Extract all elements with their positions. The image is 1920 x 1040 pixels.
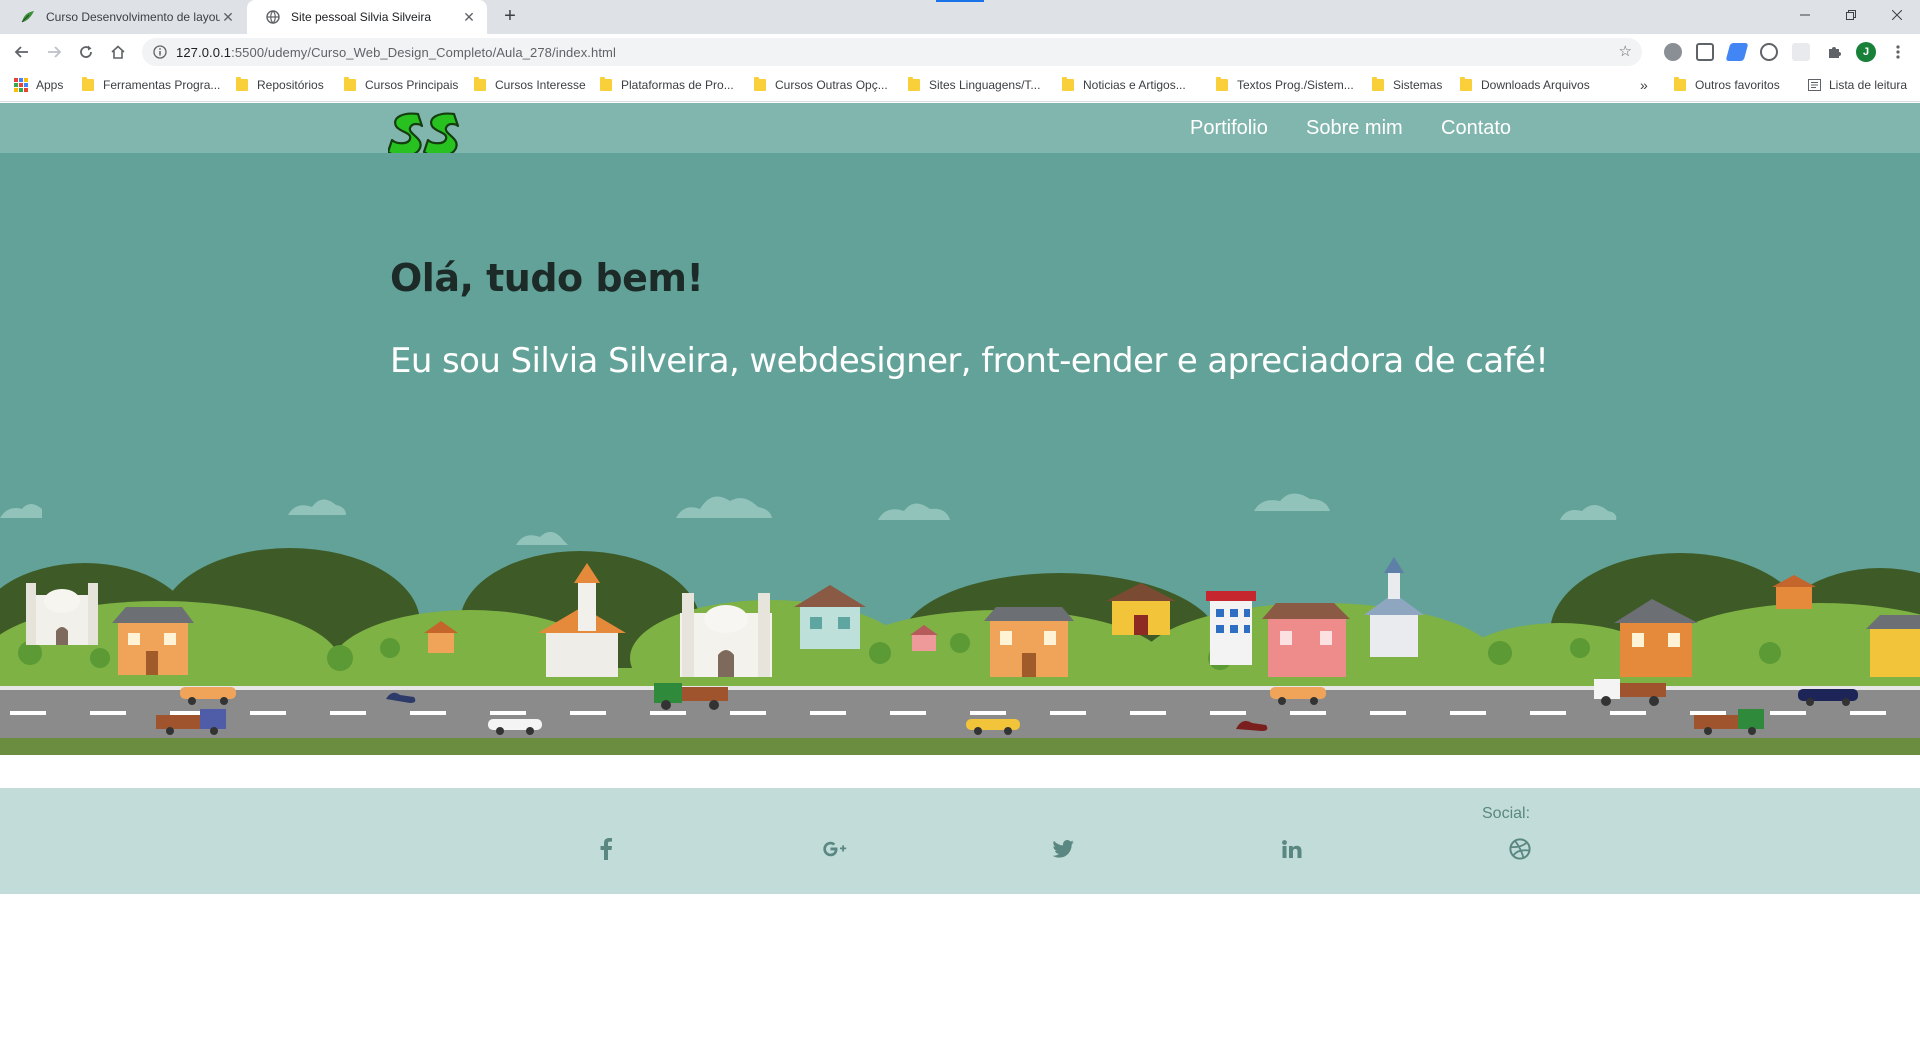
folder-icon	[1674, 77, 1686, 91]
twitter-icon[interactable]	[1050, 836, 1076, 862]
folder-icon	[1216, 77, 1228, 91]
close-tab-icon[interactable]: ✕	[461, 9, 477, 25]
clouds	[0, 493, 1617, 545]
folder-icon	[908, 77, 920, 91]
bookmark-apps[interactable]: Apps	[14, 70, 63, 100]
globe-favicon-icon	[265, 9, 281, 25]
bookmarks-overflow-button[interactable]: »	[1640, 70, 1648, 100]
tab-title: Site pessoal Silvia Silveira	[291, 10, 432, 24]
bookmark-other-favorites[interactable]: Outros favoritos	[1674, 70, 1780, 100]
bookmark-folder[interactable]: Textos Prog./Sistem...	[1216, 70, 1354, 100]
extension-icon[interactable]	[1792, 43, 1810, 61]
bookmark-folder[interactable]: Cursos Outras Opç...	[754, 70, 888, 100]
extension-icon[interactable]	[1664, 43, 1682, 61]
folder-icon	[1062, 77, 1074, 91]
nav-about-link[interactable]: Sobre mim	[1306, 103, 1403, 153]
web-page: Portifolio Sobre mim Contato Olá, tudo b…	[0, 103, 1920, 1040]
bookmark-folder[interactable]: Sistemas	[1372, 70, 1442, 100]
browser-toolbar: 127.0.0.1:5500/udemy/Curso_Web_Design_Co…	[0, 34, 1920, 70]
browser-tab-strip: Curso Desenvolvimento de layou ✕ Site pe…	[0, 0, 1920, 34]
tab-site[interactable]: Site pessoal Silvia Silveira ✕	[247, 0, 487, 34]
tab-course[interactable]: Curso Desenvolvimento de layou ✕	[2, 0, 246, 34]
bookmark-star-icon[interactable]: ☆	[1619, 44, 1632, 60]
extension-icon[interactable]	[1760, 43, 1778, 61]
google-plus-icon[interactable]	[822, 836, 848, 862]
folder-icon	[600, 77, 612, 91]
hero-section: Olá, tudo bem! Eu sou Silvia Silveira, w…	[0, 153, 1920, 755]
bookmark-folder[interactable]: Cursos Principais	[344, 70, 458, 100]
nav-portfolio-link[interactable]: Portifolio	[1190, 103, 1268, 153]
dribbble-icon[interactable]	[1507, 836, 1533, 862]
bookmarks-bar: Apps Ferramentas Progra... Repositórios …	[0, 70, 1920, 102]
reading-list-button[interactable]: Lista de leitura	[1808, 70, 1907, 100]
tab-strip-accent	[936, 0, 984, 2]
grass-strip	[0, 738, 1920, 755]
bookmark-folder[interactable]: Plataformas de Pro...	[600, 70, 734, 100]
leaf-favicon-icon	[20, 9, 36, 25]
home-icon[interactable]	[106, 40, 130, 64]
folder-icon	[344, 77, 356, 91]
site-footer: Social:	[0, 788, 1920, 894]
folder-icon	[1460, 77, 1472, 91]
menu-kebab-icon[interactable]	[1886, 40, 1910, 64]
bookmark-folder[interactable]: Downloads Arquivos	[1460, 70, 1590, 100]
bookmark-folder[interactable]: Sites Linguagens/T...	[908, 70, 1040, 100]
social-label: Social:	[1482, 805, 1531, 822]
screen-capture-icon[interactable]	[1696, 43, 1714, 61]
reload-icon[interactable]	[74, 40, 98, 64]
folder-icon	[754, 77, 766, 91]
hero-subtitle: Eu sou Silvia Silveira, webdesigner, fro…	[390, 341, 1549, 381]
bookmark-folder[interactable]: Noticias e Artigos...	[1062, 70, 1186, 100]
back-arrow-icon[interactable]	[10, 40, 34, 64]
nav-contact-link[interactable]: Contato	[1441, 103, 1511, 153]
linkedin-icon[interactable]	[1279, 836, 1305, 862]
address-bar[interactable]: 127.0.0.1:5500/udemy/Curso_Web_Design_Co…	[142, 38, 1642, 66]
forward-arrow-icon[interactable]	[42, 40, 66, 64]
extension-icon[interactable]	[1725, 43, 1749, 61]
url-text: 127.0.0.1:5500/udemy/Curso_Web_Design_Co…	[176, 44, 616, 60]
profile-avatar[interactable]: J	[1856, 42, 1876, 62]
site-info-icon[interactable]	[152, 44, 168, 60]
close-window-icon[interactable]	[1874, 0, 1920, 30]
hero-title: Olá, tudo bem!	[390, 256, 704, 300]
apps-grid-icon	[14, 78, 28, 92]
folder-icon	[474, 77, 486, 91]
puzzle-extensions-icon[interactable]	[1822, 40, 1846, 64]
new-tab-icon[interactable]: +	[498, 6, 522, 28]
folder-icon	[82, 77, 94, 91]
tab-title: Curso Desenvolvimento de layou	[46, 10, 220, 24]
bookmark-folder[interactable]: Ferramentas Progra...	[82, 70, 220, 100]
bookmark-folder[interactable]: Repositórios	[236, 70, 324, 100]
bookmark-folder[interactable]: Cursos Interesse	[474, 70, 586, 100]
city-illustration	[0, 493, 1920, 755]
site-header: Portifolio Sobre mim Contato	[0, 103, 1920, 158]
folder-icon	[1372, 77, 1384, 91]
facebook-icon[interactable]	[593, 836, 619, 862]
minimize-icon[interactable]	[1782, 0, 1828, 30]
restore-icon[interactable]	[1828, 0, 1874, 30]
reading-list-icon	[1808, 79, 1821, 91]
folder-icon	[236, 77, 248, 91]
close-tab-icon[interactable]: ✕	[220, 9, 236, 25]
